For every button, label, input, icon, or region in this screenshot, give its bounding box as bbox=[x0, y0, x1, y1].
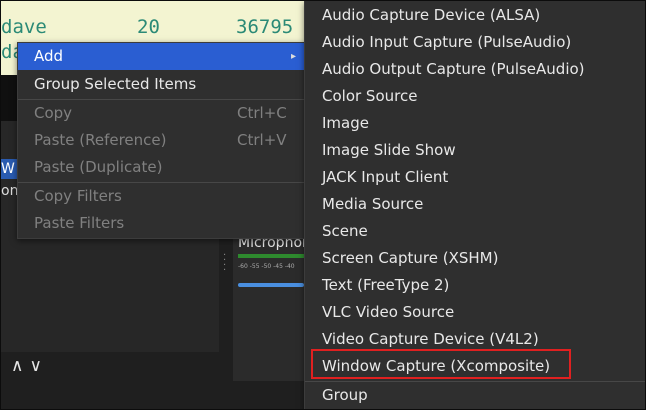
menu-item-copy: Copy Ctrl+C bbox=[34, 104, 287, 122]
source-fragment: one bbox=[1, 183, 17, 199]
submenu-item-audio-input-pulse[interactable]: Audio Input Capture (PulseAudio) bbox=[305, 29, 645, 56]
menu-item-add[interactable]: Add ▸ bbox=[18, 43, 304, 70]
menu-item-paste-reference: Paste (Reference) Ctrl+V bbox=[34, 131, 287, 149]
submenu-item-image-slide-show[interactable]: Image Slide Show bbox=[305, 137, 645, 164]
move-up-icon[interactable]: ∧ bbox=[11, 356, 29, 376]
submenu-item-vlc-video[interactable]: VLC Video Source bbox=[305, 299, 645, 326]
meter-scale: -60 -55 -50 -45 -40 bbox=[238, 263, 295, 270]
menu-item-paste-filters: Paste Filters bbox=[34, 214, 125, 232]
submenu-item-image[interactable]: Image bbox=[305, 110, 645, 137]
submenu-item-jack-input[interactable]: JACK Input Client bbox=[305, 164, 645, 191]
submenu-item-audio-output-pulse[interactable]: Audio Output Capture (PulseAudio) bbox=[305, 56, 645, 83]
move-arrows[interactable]: ∧∨ bbox=[11, 356, 48, 376]
add-submenu: Audio Capture Device (ALSA) Audio Input … bbox=[304, 1, 645, 409]
highlight-annotation bbox=[311, 349, 571, 379]
selected-source-fragment[interactable]: W bbox=[1, 159, 17, 179]
submenu-item-scene[interactable]: Scene bbox=[305, 218, 645, 245]
submenu-item-media-source[interactable]: Media Source bbox=[305, 191, 645, 218]
submenu-arrow-icon: ▸ bbox=[290, 51, 296, 62]
submenu-item-text-freetype[interactable]: Text (FreeType 2) bbox=[305, 272, 645, 299]
menu-item-copy-filters: Copy Filters bbox=[34, 187, 122, 205]
terminal-line: dave 20 36795 bbox=[1, 16, 294, 38]
submenu-item-screen-capture[interactable]: Screen Capture (XSHM) bbox=[305, 245, 645, 272]
menu-item-paste-duplicate: Paste (Duplicate) bbox=[34, 158, 163, 176]
menu-item-group-selected[interactable]: Group Selected Items bbox=[18, 71, 304, 98]
submenu-item-color-source[interactable]: Color Source bbox=[305, 83, 645, 110]
volume-slider[interactable] bbox=[238, 283, 304, 287]
move-down-icon[interactable]: ∨ bbox=[29, 356, 47, 376]
terminal-line: dave2021675 bbox=[1, 22, 293, 62]
submenu-item-audio-capture-alsa[interactable]: Audio Capture Device (ALSA) bbox=[305, 2, 645, 29]
drag-handle-icon[interactable]: · · · · bbox=[223, 251, 229, 276]
context-menu: Add ▸ Group Selected Items Copy Ctrl+C P… bbox=[17, 42, 305, 239]
submenu-item-group[interactable]: Group bbox=[305, 382, 645, 409]
screen: dave2036795 dave2021675 W one ∧∨ ···· Mi… bbox=[0, 0, 646, 410]
volume-meter bbox=[238, 254, 304, 258]
